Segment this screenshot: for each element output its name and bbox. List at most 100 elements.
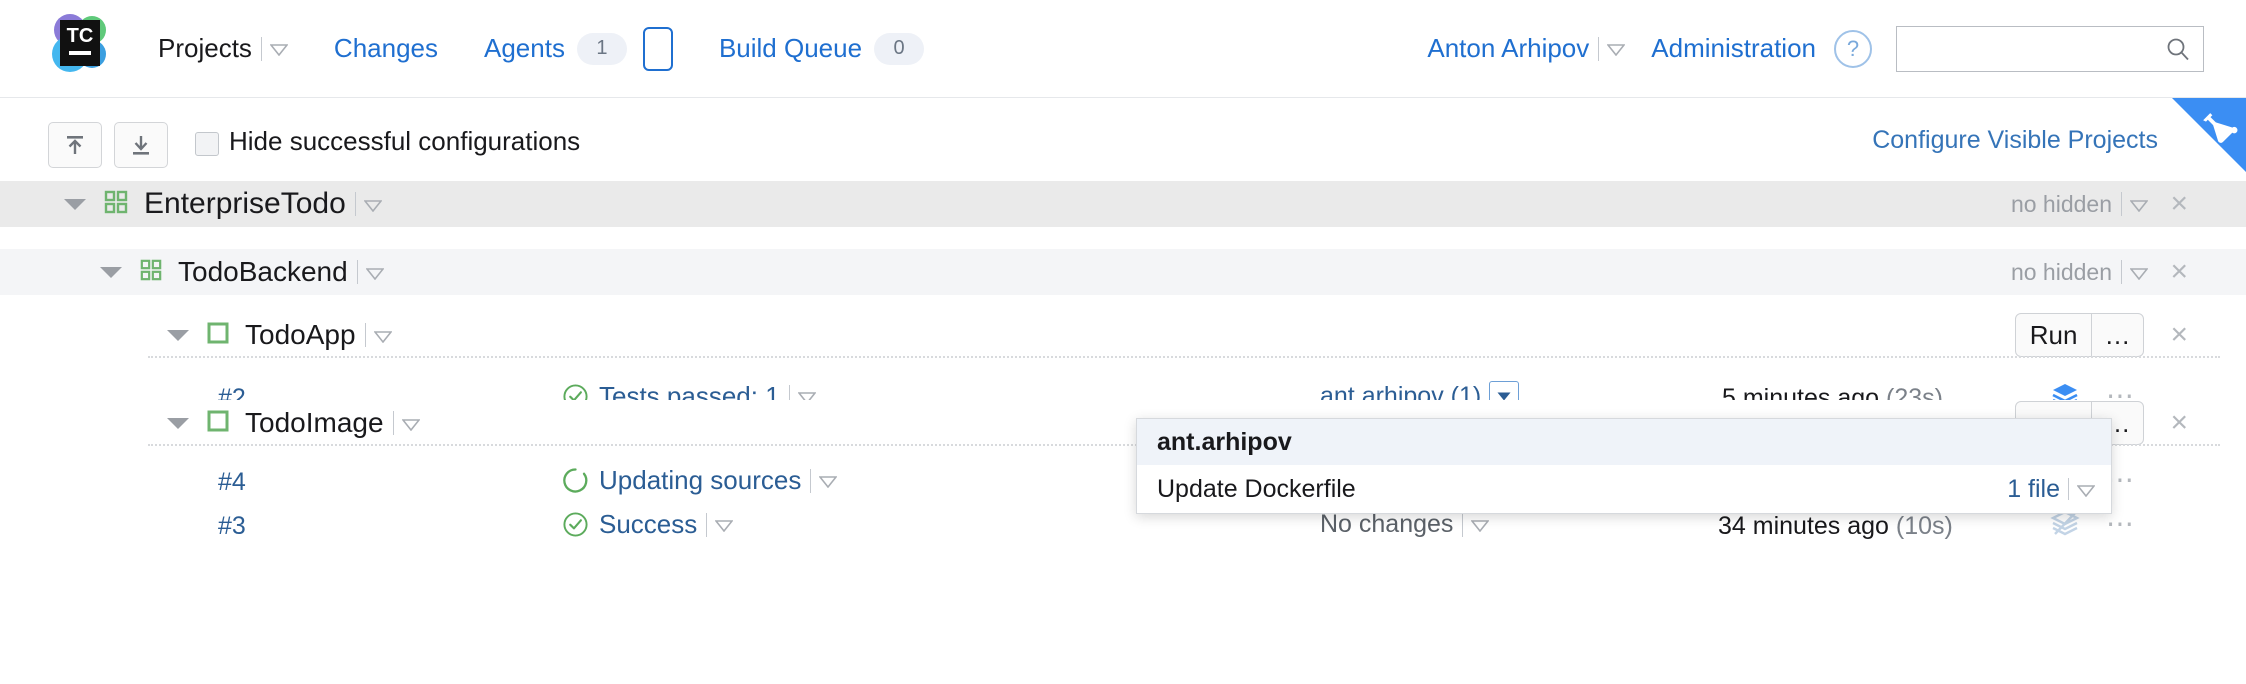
hide-successful-label: Hide successful configurations — [229, 126, 581, 156]
build-config-row-todoapp[interactable]: TodoApp Run … × — [0, 312, 2246, 358]
nav-agents[interactable]: Agents 1 — [484, 26, 673, 71]
hidden-status[interactable]: no hidden — [2011, 191, 2148, 218]
chevron-down-icon[interactable] — [2077, 484, 2095, 497]
close-icon[interactable]: × — [2170, 408, 2188, 438]
divider — [356, 260, 358, 284]
expand-all-button[interactable] — [114, 122, 168, 168]
build-duration-label: (10s) — [1895, 512, 1953, 540]
build-number[interactable]: #3 — [218, 512, 246, 541]
hidden-status-label: no hidden — [2010, 190, 2112, 217]
run-build-button[interactable]: Run … — [2014, 313, 2145, 357]
build-time: 34 minutes ago (10s) — [1718, 512, 1953, 541]
chevron-down-icon[interactable] — [401, 418, 420, 431]
build-changes: No changes — [1320, 510, 1490, 539]
hidden-status-label: no hidden — [2010, 258, 2112, 285]
chevron-down-icon[interactable] — [715, 520, 734, 532]
build-config-expand-toggle[interactable] — [167, 417, 189, 429]
run-custom-build-button[interactable]: … — [2091, 314, 2143, 356]
changes-popup-author: ant.arhipov — [1137, 419, 2111, 465]
divider — [2121, 260, 2122, 284]
nav-build-queue-label: Build Queue — [718, 33, 863, 63]
main-nav: Projects Changes Agents 1 Build Queue 0 — [158, 0, 970, 97]
nav-changes[interactable]: Changes — [334, 33, 438, 64]
app-header: TC Projects Changes Agents 1 Build Queue… — [0, 0, 2246, 98]
divider — [364, 323, 366, 347]
chevron-down-icon[interactable] — [373, 330, 392, 343]
agent-indicator-icon[interactable] — [642, 26, 673, 71]
nav-projects-label: Projects — [158, 33, 252, 63]
project-icon — [104, 190, 128, 219]
project-icon — [140, 259, 162, 286]
build-config-name[interactable]: TodoImage — [245, 407, 384, 439]
queue-count-badge: 0 — [874, 32, 925, 65]
build-config-name[interactable]: TodoApp — [245, 319, 356, 351]
chevron-down-icon[interactable] — [819, 476, 838, 488]
build-actions-menu[interactable]: ⋯ — [2106, 510, 2136, 538]
configure-visible-projects-link[interactable]: Configure Visible Projects — [1872, 126, 2158, 155]
help-glyph: ? — [1846, 35, 1860, 61]
close-icon[interactable]: × — [2170, 189, 2188, 219]
build-time-label: 34 minutes ago — [1718, 512, 1889, 540]
nav-changes-label: Changes — [333, 33, 438, 63]
changes-popup-row[interactable]: Update Dockerfile 1 file — [1137, 465, 2111, 513]
chevron-down-icon[interactable] — [365, 267, 384, 280]
nav-administration-label: Administration — [1651, 33, 1816, 63]
project-row-enterprisetodo[interactable]: EnterpriseTodo no hidden × — [0, 181, 2246, 227]
search-box[interactable] — [1896, 25, 2204, 72]
chevron-down-icon[interactable] — [363, 199, 382, 212]
change-files-link[interactable]: 1 file — [2007, 475, 2060, 504]
close-icon[interactable]: × — [2170, 257, 2188, 287]
build-status: Updating sources — [562, 465, 838, 496]
project-name[interactable]: EnterpriseTodo — [144, 187, 346, 221]
search-input[interactable] — [1897, 26, 2169, 69]
project-expand-toggle[interactable] — [64, 198, 86, 210]
divider — [2121, 192, 2122, 216]
divider — [1462, 512, 1464, 537]
chevron-down-icon[interactable] — [269, 44, 288, 56]
nav-build-queue[interactable]: Build Queue 0 — [718, 32, 925, 65]
success-check-icon — [562, 511, 589, 538]
user-menu[interactable]: Anton Arhipov — [1427, 33, 1626, 64]
header-right-nav: Anton Arhipov Administration ? — [1427, 0, 2246, 97]
chevron-down-icon[interactable] — [2130, 199, 2148, 212]
build-config-expand-toggle[interactable] — [167, 329, 189, 341]
flask-icon — [2203, 113, 2238, 143]
divider — [1598, 36, 1600, 61]
build-config-icon — [207, 322, 229, 349]
chevron-down-icon[interactable] — [2130, 267, 2148, 280]
build-status-label[interactable]: Success — [599, 509, 697, 540]
build-number[interactable]: #4 — [218, 468, 246, 497]
divider — [354, 192, 356, 216]
build-config-icon — [207, 410, 229, 437]
divider — [260, 36, 262, 61]
agents-count-badge: 1 — [576, 32, 627, 65]
chevron-down-icon[interactable] — [1607, 44, 1626, 56]
user-name-label: Anton Arhipov — [1427, 33, 1590, 63]
chevron-down-icon[interactable] — [1471, 520, 1490, 532]
hide-successful-checkbox[interactable] — [195, 132, 219, 156]
help-icon[interactable]: ? — [1834, 29, 1872, 68]
divider — [706, 512, 708, 537]
nav-projects[interactable]: Projects — [158, 33, 288, 64]
divider — [148, 356, 2220, 358]
teamcity-logo[interactable]: TC — [46, 8, 116, 78]
project-expand-toggle[interactable] — [100, 266, 122, 278]
nav-administration[interactable]: Administration — [1651, 33, 1816, 64]
project-name[interactable]: TodoBackend — [178, 256, 348, 288]
experimental-ui-ribbon[interactable] — [2172, 98, 2246, 172]
build-changes-label: No changes — [1320, 510, 1454, 538]
running-spinner-icon — [562, 467, 589, 494]
divider — [810, 468, 812, 493]
nav-agents-label: Agents — [484, 33, 565, 63]
collapse-all-button[interactable] — [48, 122, 102, 168]
project-row-todobackend[interactable]: TodoBackend no hidden × — [0, 249, 2246, 295]
close-icon[interactable]: × — [2170, 320, 2188, 350]
build-status-label[interactable]: Updating sources — [599, 465, 801, 496]
divider — [2068, 478, 2069, 500]
run-button-label: Run — [2029, 319, 2078, 350]
search-icon[interactable] — [2165, 36, 2191, 67]
hidden-status[interactable]: no hidden — [2011, 259, 2148, 286]
divider — [392, 411, 394, 435]
change-comment: Update Dockerfile — [1157, 474, 1356, 503]
changes-popup[interactable]: ant.arhipov Update Dockerfile 1 file — [1136, 418, 2112, 514]
